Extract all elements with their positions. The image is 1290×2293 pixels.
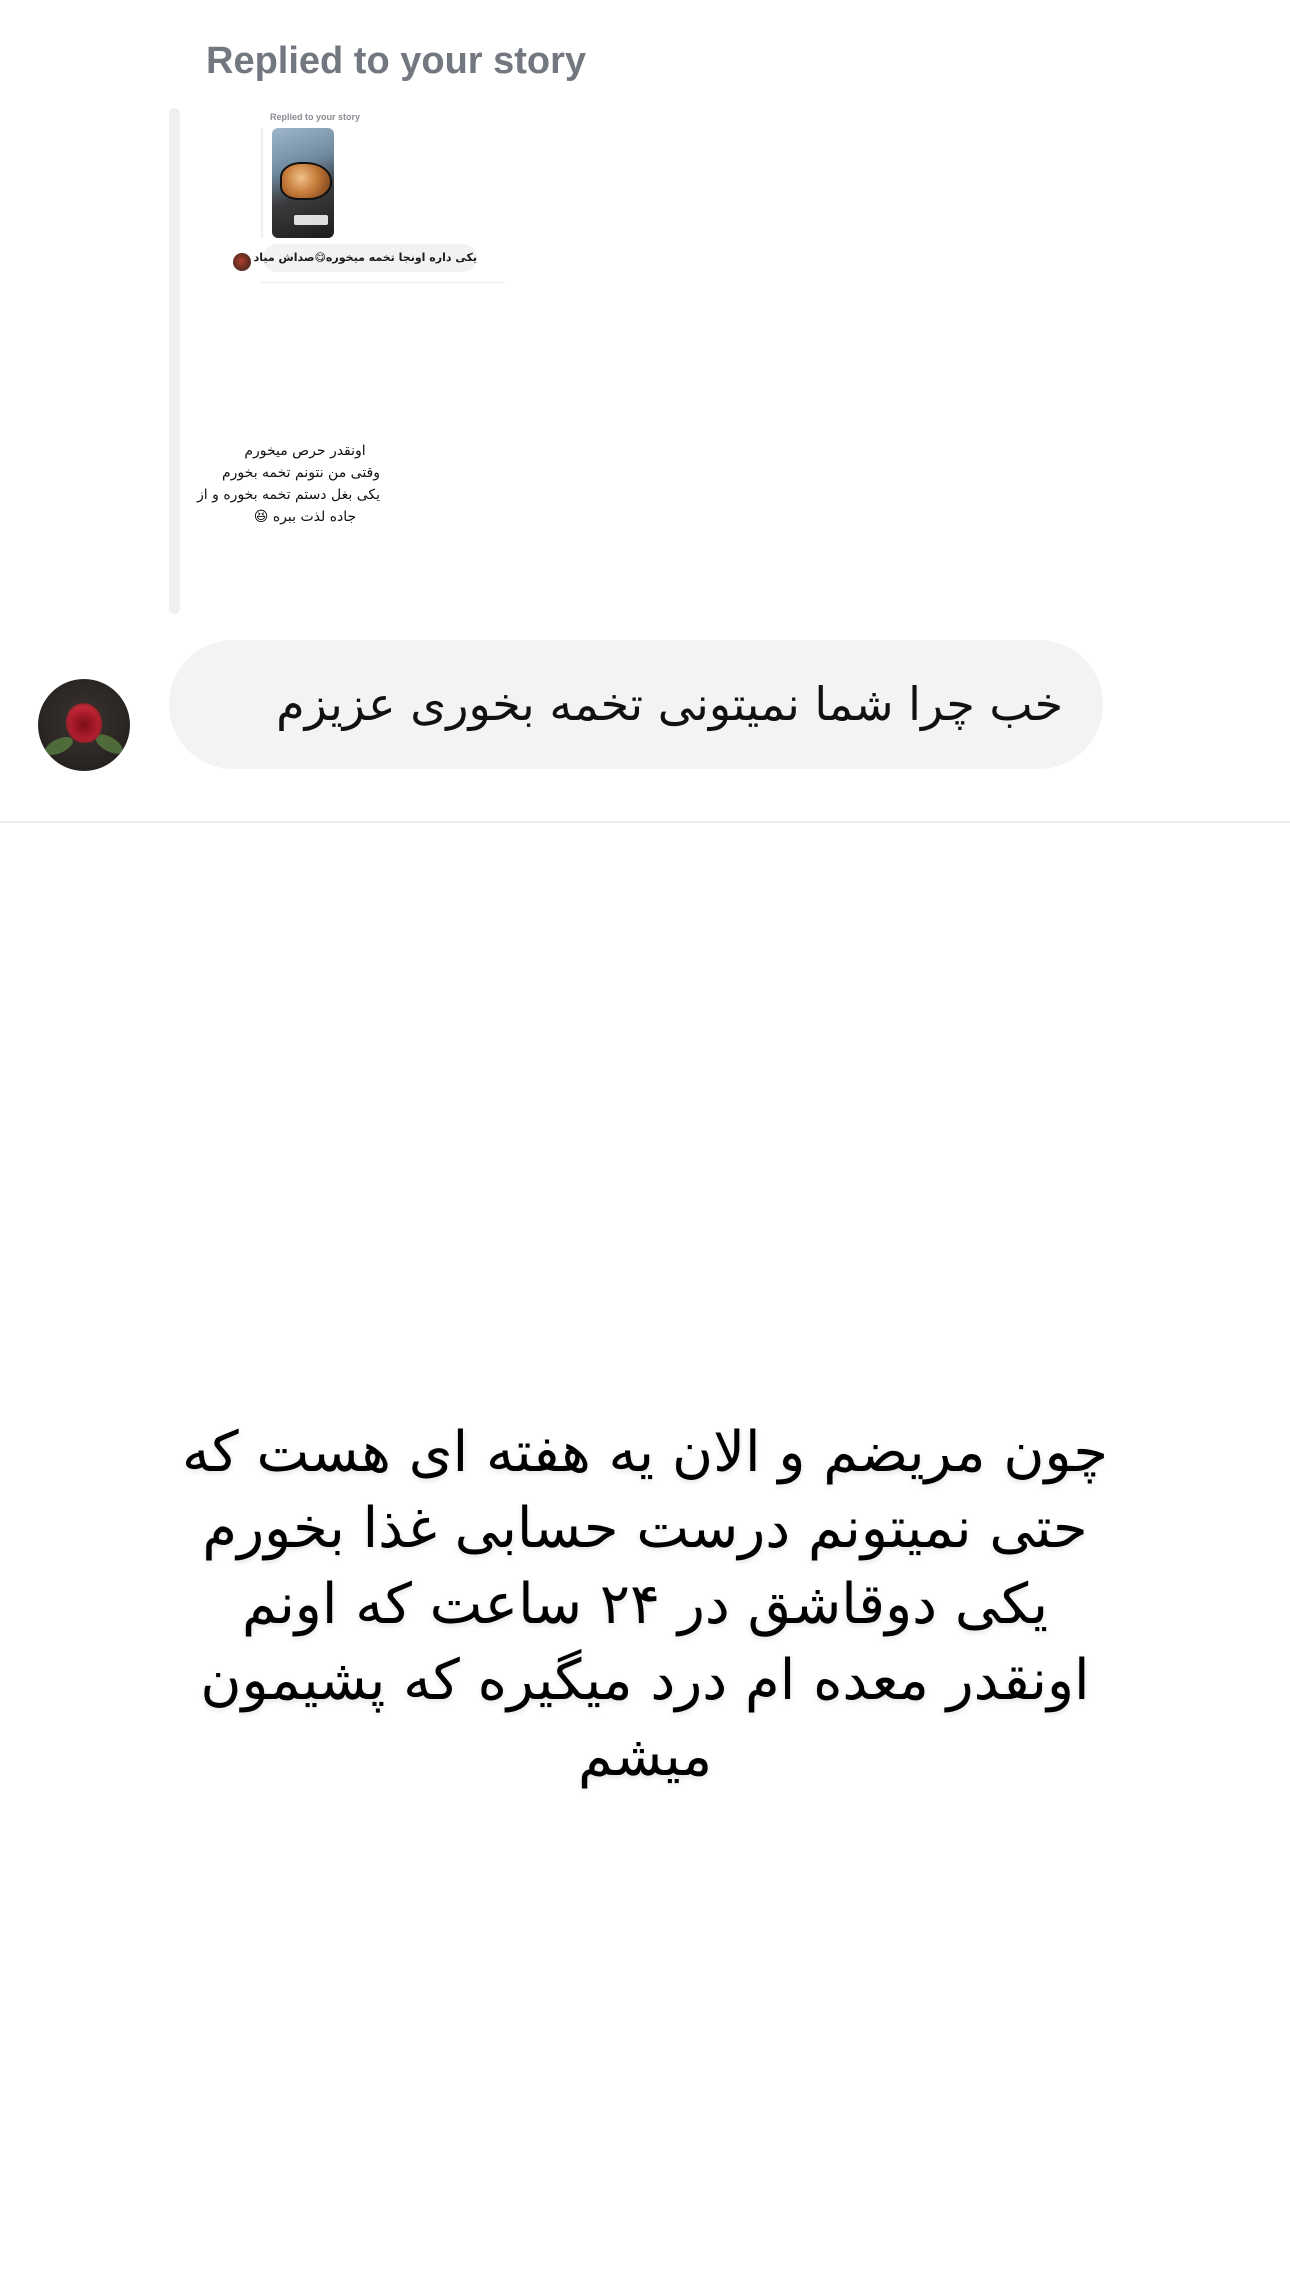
story-preview-reply-bubble: یکی داره اونجا تخمه میخوره😋صداش میاد xyxy=(254,244,477,272)
replied-to-story-label: Replied to your story xyxy=(206,40,587,82)
story-caption-line: وقتی من نتونم تخمه بخورم xyxy=(222,465,380,481)
story-preview-replied-label: Replied to your story xyxy=(270,112,361,122)
reply-quote-bar xyxy=(169,108,180,614)
story-preview-divider xyxy=(260,282,505,283)
overlay-text-line: چون مریضم و الان یه هفته ای هست که xyxy=(182,1420,1108,1485)
overlay-text-line: یکی دوقاشق در ۲۴ ساعت که اونم xyxy=(241,1572,1049,1637)
overlay-text-line: اونقدر معده ام درد میگیره که پشیمون xyxy=(200,1648,1090,1713)
story-thumbnail-caption xyxy=(294,215,328,225)
section-divider xyxy=(0,821,1290,823)
car-mirror-image xyxy=(280,162,332,200)
story-caption-line: یکی بغل دستم تخمه بخوره و از xyxy=(197,487,380,503)
story-caption-line: جاده لذت ببره 😆 xyxy=(253,509,357,525)
message-text: خب چرا شما نمیتونی تخمه بخوری عزیزم xyxy=(276,677,1063,731)
overlay-text: چون مریضم و الان یه هفته ای هست که حتی ن… xyxy=(0,1415,1290,1795)
story-thumbnail xyxy=(272,128,334,238)
overlay-text-line: میشم xyxy=(577,1724,713,1789)
story-caption-line: اونقدر حرص میخورم xyxy=(244,443,366,459)
story-preview-avatar xyxy=(233,253,251,271)
story-preview-caption: اونقدر حرص میخورم وقتی من نتونم تخمه بخو… xyxy=(197,440,380,528)
overlay-text-line: حتی نمیتونم درست حسابی غذا بخورم xyxy=(202,1496,1088,1561)
sender-avatar[interactable] xyxy=(38,679,130,771)
rose-icon xyxy=(66,703,102,743)
story-preview-quote-bar xyxy=(261,128,263,238)
story-preview[interactable]: Replied to your story یکی داره اونجا تخم… xyxy=(197,100,540,600)
message-bubble[interactable]: خب چرا شما نمیتونی تخمه بخوری عزیزم xyxy=(169,640,1103,769)
